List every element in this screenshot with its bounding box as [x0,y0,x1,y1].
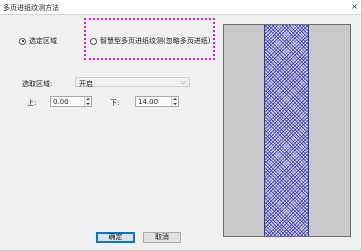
stepper-buttons[interactable] [171,97,178,106]
radio-button-checked[interactable] [19,37,26,45]
bottom-margin-stepper[interactable]: 14.00 [135,96,179,107]
stepper-down-icon[interactable] [86,103,90,105]
radio-smart-detection[interactable]: 智慧型多页进纸纹测(忽略多页进纸) [90,36,210,46]
top-margin-value: 0.00 [53,98,69,106]
close-icon[interactable]: × [351,2,358,12]
stepper-up-icon[interactable] [173,98,177,100]
radio-selected-region-label: 选定区域 [29,37,57,45]
radio-selected-region[interactable]: 选定区域 [19,36,57,46]
region-select[interactable]: 开启 ⌵ [75,77,190,88]
top-margin-stepper[interactable]: 0.00 [50,96,92,107]
detection-region-stripe [264,25,309,236]
region-select-label: 选取区域: [22,80,53,88]
bottom-margin-label: 下: [110,99,120,107]
radio-button-unchecked[interactable] [90,37,97,45]
bottom-margin-value: 14.00 [138,98,159,106]
cancel-button[interactable]: 取消 [143,232,181,243]
multifeed-detection-dialog: 多页进纸纹测方法 × 选定区域 智慧型多页进纸纹测(忽略多页进纸) 选取区域: … [0,0,362,251]
stepper-buttons[interactable] [84,97,91,106]
stepper-down-icon[interactable] [173,103,177,105]
radio-smart-detection-label: 智慧型多页进纸纹测(忽略多页进纸) [100,37,211,45]
window-title: 多页进纸纹测方法 [3,4,59,12]
chevron-down-icon: ⌵ [180,78,186,86]
top-margin-label: 上: [27,99,37,107]
stepper-up-icon[interactable] [86,98,90,100]
title-bar: 多页进纸纹测方法 × [0,0,361,15]
region-select-value: 开启 [79,80,93,88]
ok-button[interactable]: 确定 [96,232,135,243]
page-preview [223,24,351,237]
